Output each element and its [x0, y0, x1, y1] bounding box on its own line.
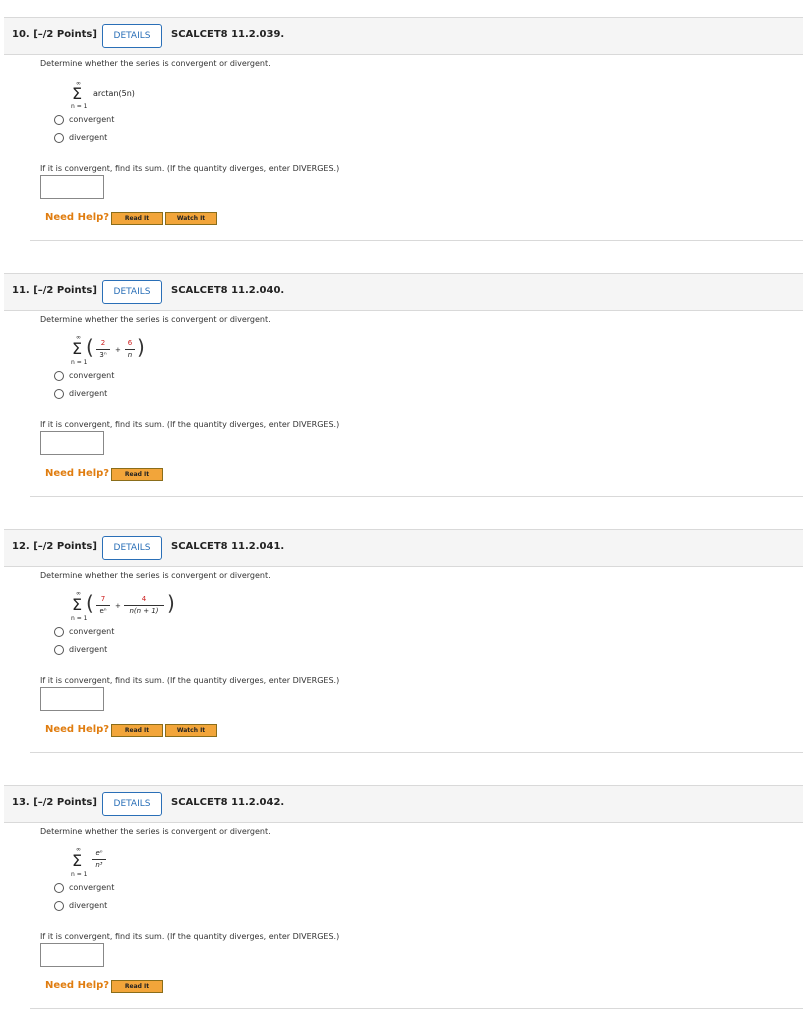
answer-input[interactable]	[40, 431, 104, 455]
need-help-label: Need Help?	[45, 980, 110, 991]
convergent-label: convergent	[69, 371, 115, 380]
divergent-label: divergent	[69, 645, 108, 654]
convergent-radio[interactable]	[54, 371, 64, 381]
question-number: 12. [–/2 Points]	[12, 541, 97, 552]
details-button[interactable]: DETAILS	[102, 536, 162, 560]
sigma-symbol: Σ	[72, 595, 83, 614]
question-prompt: Determine whether the series is converge…	[40, 571, 271, 580]
convergent-label: convergent	[69, 115, 115, 124]
read-it-button[interactable]: Read It	[111, 980, 163, 993]
question-code: SCALCET8 11.2.041.	[171, 541, 285, 552]
series-expression: ∞ Σ n = 1 arctan(5n)	[70, 81, 190, 115]
fraction-1-denominator: 3ⁿ	[99, 351, 107, 359]
question-divider	[30, 496, 803, 497]
fraction-2-numerator: 6	[127, 339, 133, 347]
question-number: 13. [–/2 Points]	[12, 797, 97, 808]
question-prompt: Determine whether the series is converge…	[40, 827, 271, 836]
convergent-radio[interactable]	[54, 115, 64, 125]
sum-prompt: If it is convergent, find its sum. (If t…	[40, 164, 340, 173]
fraction-2-bar	[124, 605, 164, 606]
series-expression: ∞ Σ n = 1 eⁿ n³	[70, 847, 170, 883]
fraction-denominator: n³	[95, 861, 103, 869]
answer-input[interactable]	[40, 687, 104, 711]
fraction-1-bar	[96, 349, 110, 350]
answer-input[interactable]	[40, 175, 104, 199]
right-paren: )	[137, 335, 145, 359]
series-expression: ∞ Σ n = 1 ( 2 3ⁿ + 6 n )	[70, 335, 190, 371]
question-divider	[30, 1008, 803, 1009]
fraction-2-numerator: 4	[141, 595, 147, 603]
fraction-bar	[92, 859, 106, 860]
plus-sign: +	[115, 602, 121, 610]
series-expression: ∞ Σ n = 1 ( 7 eⁿ + 4 n(n + 1) )	[70, 591, 210, 627]
fraction-1-numerator: 2	[100, 339, 106, 347]
question-header: 11. [–/2 Points] DETAILS SCALCET8 11.2.0…	[4, 273, 803, 311]
sum-lower-limit: n = 1	[71, 103, 88, 110]
divergent-label: divergent	[69, 389, 108, 398]
divergent-radio[interactable]	[54, 389, 64, 399]
watch-it-button[interactable]: Watch It	[165, 212, 217, 225]
sum-lower-limit: n = 1	[71, 359, 88, 366]
question-header: 10. [–/2 Points] DETAILS SCALCET8 11.2.0…	[4, 17, 803, 55]
divergent-radio[interactable]	[54, 133, 64, 143]
sum-lower-limit: n = 1	[71, 615, 88, 622]
sigma-symbol: Σ	[72, 851, 83, 870]
sigma-symbol: Σ	[72, 339, 83, 358]
plus-sign: +	[115, 346, 121, 354]
fraction-numerator: eⁿ	[95, 849, 103, 857]
left-paren: (	[86, 335, 94, 359]
question-prompt: Determine whether the series is converge…	[40, 59, 271, 68]
need-help-label: Need Help?	[45, 212, 110, 223]
need-help-label: Need Help?	[45, 724, 110, 735]
details-button[interactable]: DETAILS	[102, 792, 162, 816]
convergent-radio[interactable]	[54, 627, 64, 637]
read-it-button[interactable]: Read It	[111, 468, 163, 481]
left-paren: (	[86, 591, 94, 615]
question-number: 10. [–/2 Points]	[12, 29, 97, 40]
details-button[interactable]: DETAILS	[102, 24, 162, 48]
convergent-label: convergent	[69, 883, 115, 892]
need-help-label: Need Help?	[45, 468, 110, 479]
sigma-symbol: Σ	[72, 84, 83, 103]
question-header: 13. [–/2 Points] DETAILS SCALCET8 11.2.0…	[4, 785, 803, 823]
question-code: SCALCET8 11.2.040.	[171, 285, 285, 296]
sum-prompt: If it is convergent, find its sum. (If t…	[40, 676, 340, 685]
answer-input[interactable]	[40, 943, 104, 967]
sum-prompt: If it is convergent, find its sum. (If t…	[40, 932, 340, 941]
read-it-button[interactable]: Read It	[111, 212, 163, 225]
question-divider	[30, 752, 803, 753]
question-divider	[30, 240, 803, 241]
divergent-radio[interactable]	[54, 901, 64, 911]
fraction-2-denominator: n(n + 1)	[129, 607, 159, 615]
fraction-2-denominator: n	[127, 351, 133, 359]
question-number: 11. [–/2 Points]	[12, 285, 97, 296]
convergent-label: convergent	[69, 627, 115, 636]
fraction-2-bar	[125, 349, 135, 350]
fraction-1-bar	[96, 605, 110, 606]
sum-lower-limit: n = 1	[71, 871, 88, 878]
sum-prompt: If it is convergent, find its sum. (If t…	[40, 420, 340, 429]
divergent-radio[interactable]	[54, 645, 64, 655]
right-paren: )	[167, 591, 175, 615]
divergent-label: divergent	[69, 901, 108, 910]
question-header: 12. [–/2 Points] DETAILS SCALCET8 11.2.0…	[4, 529, 803, 567]
fraction-1-numerator: 7	[100, 595, 106, 603]
watch-it-button[interactable]: Watch It	[165, 724, 217, 737]
fraction-1-denominator: eⁿ	[99, 607, 107, 615]
read-it-button[interactable]: Read It	[111, 724, 163, 737]
question-prompt: Determine whether the series is converge…	[40, 315, 271, 324]
divergent-label: divergent	[69, 133, 108, 142]
convergent-radio[interactable]	[54, 883, 64, 893]
question-code: SCALCET8 11.2.042.	[171, 797, 285, 808]
series-term: arctan(5n)	[93, 89, 135, 98]
details-button[interactable]: DETAILS	[102, 280, 162, 304]
question-code: SCALCET8 11.2.039.	[171, 29, 285, 40]
